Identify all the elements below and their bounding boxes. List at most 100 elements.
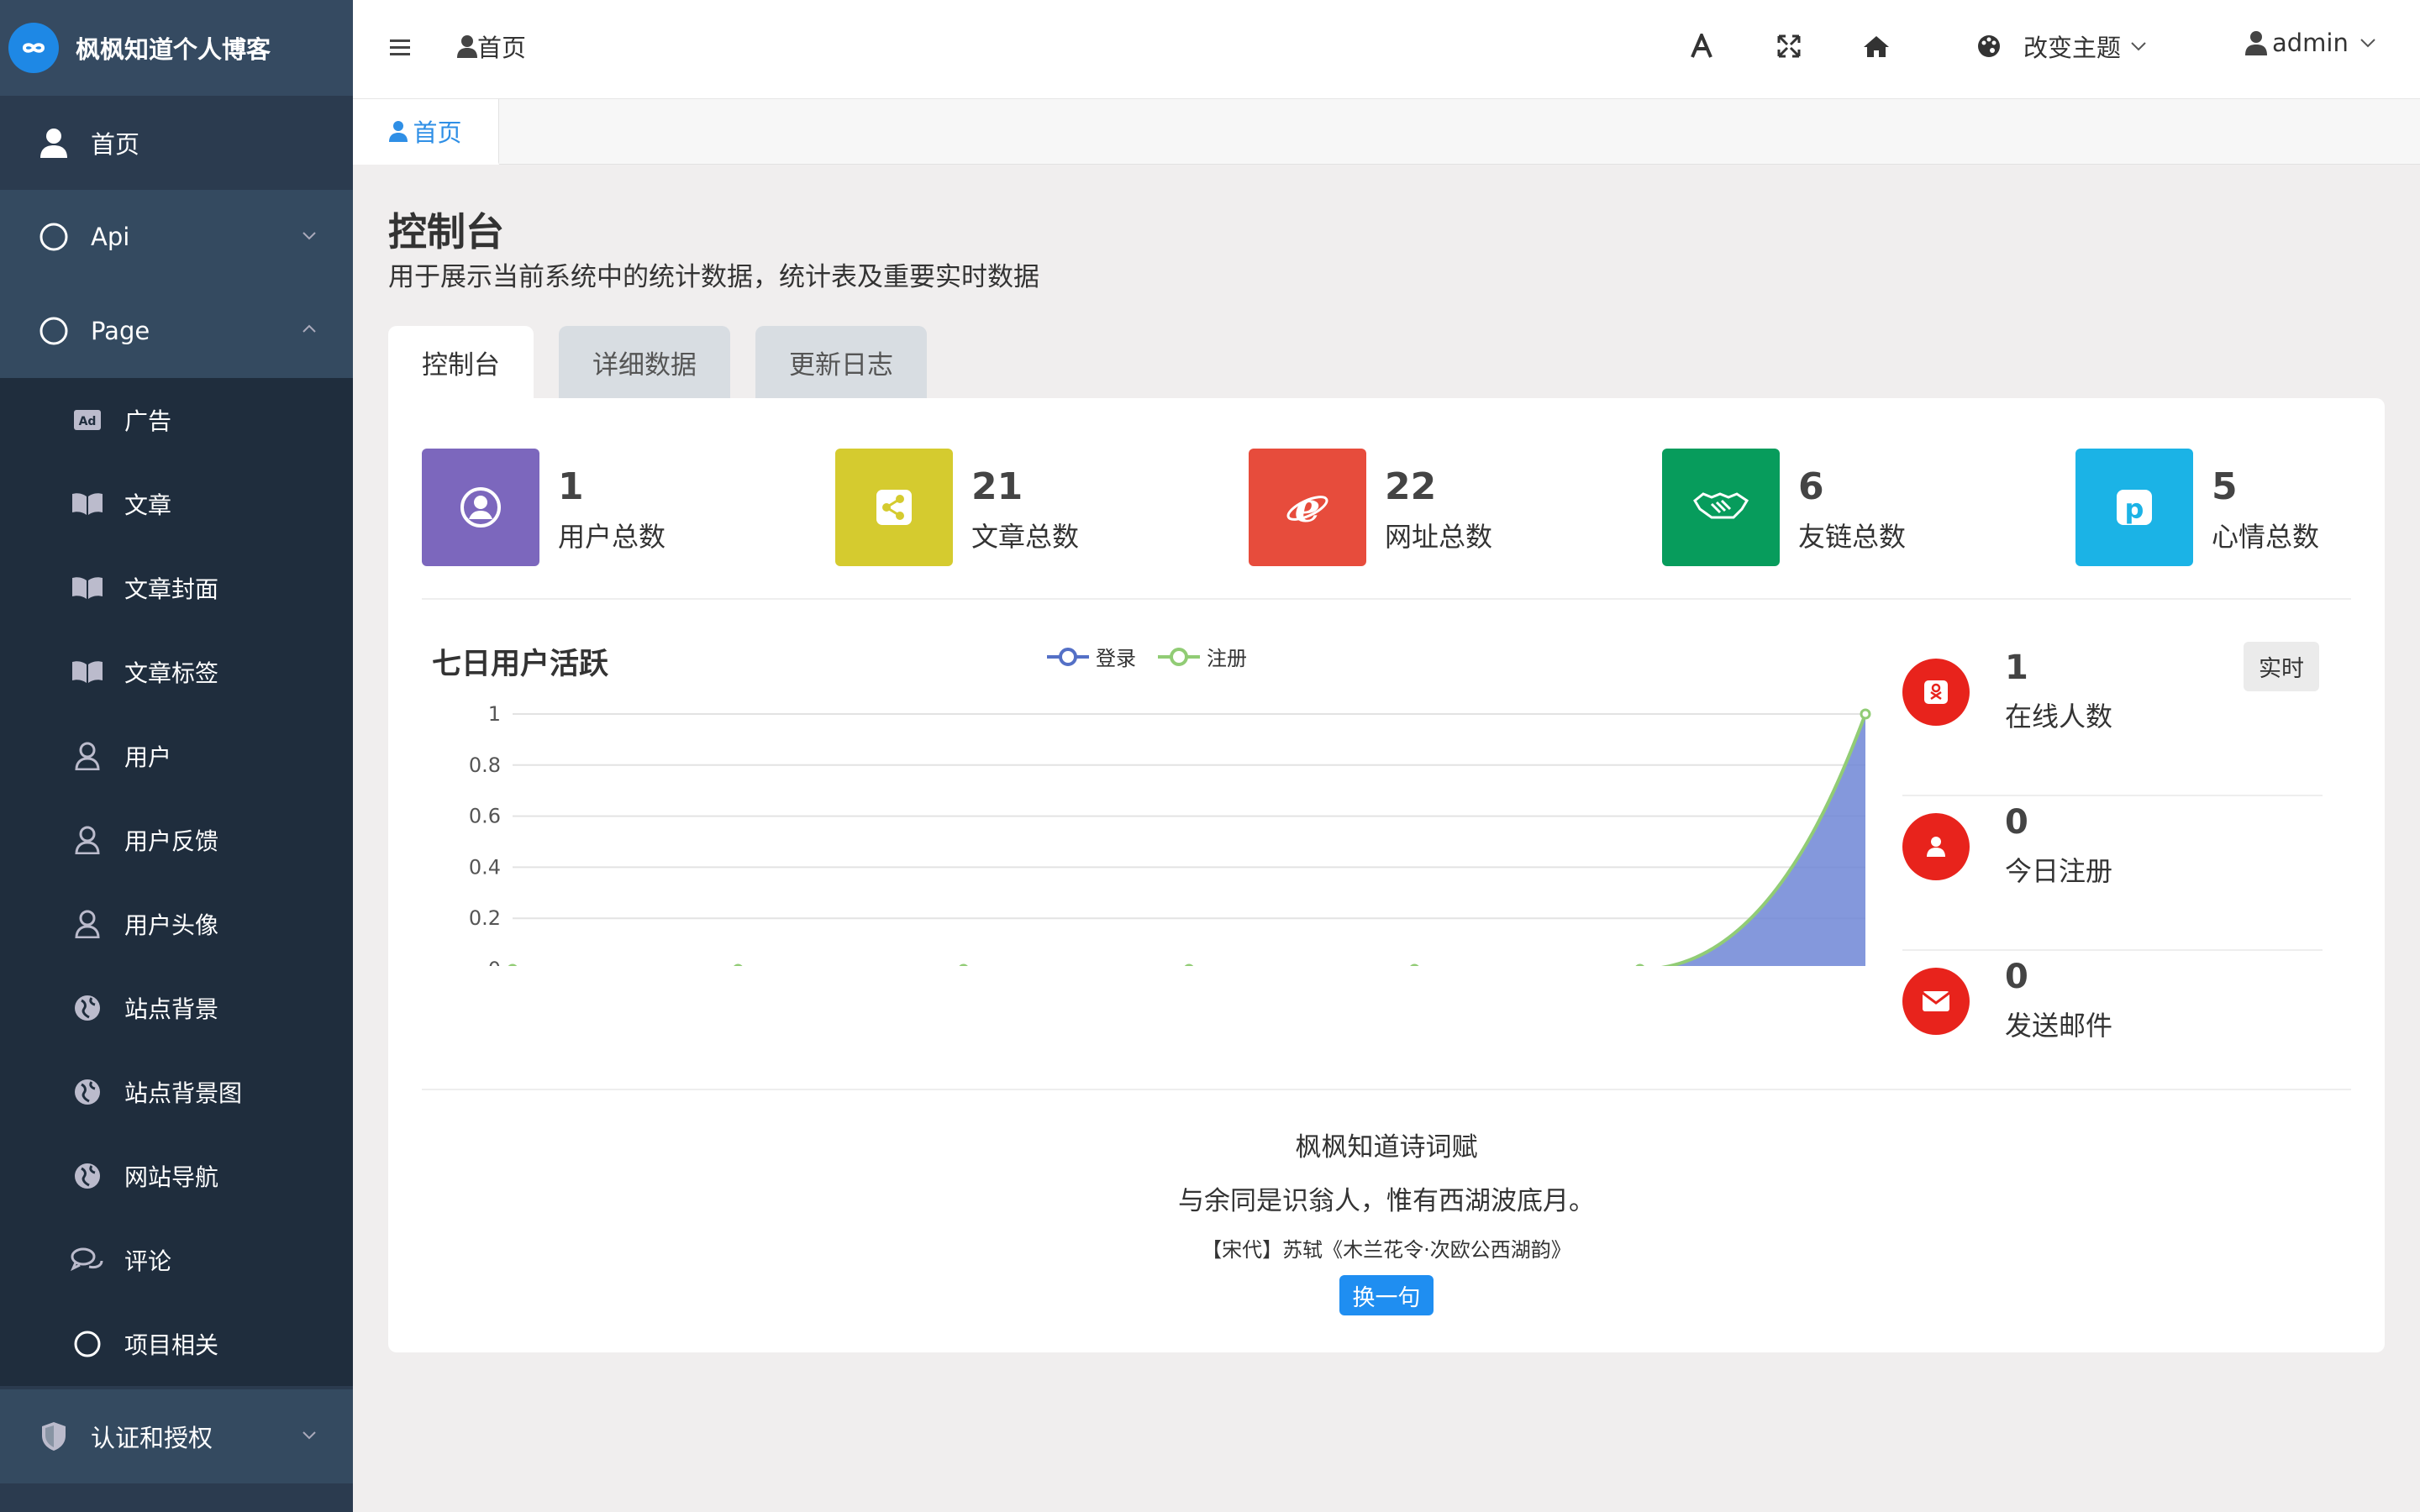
top-header: 首页 改变主题 admin — [353, 0, 2420, 99]
data-point — [734, 963, 743, 966]
next-poem-button[interactable]: 换一句 — [1339, 1275, 1434, 1315]
share-icon — [835, 449, 953, 566]
series-area-login — [1669, 714, 1865, 966]
sidebar-item-label: 首页 — [91, 130, 140, 159]
poem-source: 【宋代】苏轼《木兰花令·次欧公西湖韵》 — [1202, 1238, 1571, 1262]
sidebar-group-api[interactable]: Api — [0, 190, 353, 284]
stat-label: 用户总数 — [558, 521, 666, 553]
user-menu[interactable]: admin — [2245, 29, 2377, 57]
sidebar-item-articles[interactable]: 文章 — [0, 462, 353, 546]
realtime-label: 今日注册 — [2005, 855, 2113, 887]
mail-icon — [1902, 968, 1970, 1035]
legend-item-login[interactable]: 登录 — [1045, 642, 1136, 671]
fullscreen-icon[interactable] — [1775, 32, 1803, 60]
chevron-down-icon — [2360, 39, 2375, 48]
sidebar-item-article-tags[interactable]: 文章标签 — [0, 630, 353, 714]
sidebar-item-label: 文章 — [124, 491, 172, 519]
sidebar-item-label: 评论 — [124, 1247, 172, 1275]
sidebar-item-users[interactable]: 用户 — [0, 714, 353, 798]
sidebar-item-site-nav[interactable]: 网站导航 — [0, 1134, 353, 1218]
y-tick-label: 0.6 — [469, 805, 501, 828]
font-size-icon[interactable] — [1687, 32, 1716, 60]
y-tick-label: 0.2 — [469, 906, 501, 930]
poem-title: 枫枫知道诗词赋 — [1295, 1132, 1478, 1163]
sidebar-item-site-background-images[interactable]: 站点背景图 — [0, 1050, 353, 1134]
stat-label: 友链总数 — [1798, 521, 1907, 553]
user-icon — [71, 907, 104, 941]
sidebar-item-user-feedback[interactable]: 用户反馈 — [0, 798, 353, 882]
realtime-item-online: 1 在线人数 实时 — [1902, 642, 2323, 796]
legend-line-icon — [1158, 647, 1200, 666]
ad-icon: Ad — [71, 403, 104, 437]
realtime-value: 1 — [2005, 648, 2028, 687]
data-point — [959, 963, 968, 966]
data-point — [508, 963, 518, 966]
chart-legend: 登录 注册 — [1045, 642, 1267, 671]
realtime-badge: 实时 — [2244, 642, 2319, 691]
shield-icon — [37, 1420, 71, 1453]
globe-icon — [71, 1075, 104, 1109]
stat-value: 1 — [558, 465, 584, 508]
tab-details[interactable]: 详细数据 — [559, 326, 730, 398]
stat-value: 21 — [971, 465, 1023, 508]
sidebar-item-article-covers[interactable]: 文章封面 — [0, 546, 353, 630]
book-icon — [71, 487, 104, 521]
legend-item-register[interactable]: 注册 — [1156, 642, 1247, 671]
user-icon — [71, 739, 104, 773]
chevron-down-icon — [2131, 42, 2146, 51]
globe-icon — [71, 991, 104, 1025]
y-tick-label: 1 — [488, 702, 501, 726]
sidebar-item-user-avatars[interactable]: 用户头像 — [0, 882, 353, 966]
breadcrumb[interactable]: 首页 — [457, 29, 526, 64]
tab-home-label: 首页 — [413, 118, 462, 147]
sidebar-item-site-background[interactable]: 站点背景 — [0, 966, 353, 1050]
sidebar-item-home[interactable]: 首页 — [0, 96, 353, 190]
tab-dashboard[interactable]: 控制台 — [388, 326, 534, 398]
data-point — [1410, 963, 1419, 966]
book-icon — [71, 571, 104, 605]
stat-value: 5 — [2212, 465, 2238, 508]
sidebar-group-page[interactable]: Page — [0, 284, 353, 378]
user-icon — [1902, 813, 1970, 880]
sidebar-item-label: 站点背景 — [124, 995, 219, 1023]
tab-home[interactable]: 首页 — [353, 99, 499, 165]
user-icon — [71, 823, 104, 857]
series-line-login — [1662, 713, 1867, 966]
infinity-logo-icon — [8, 23, 59, 73]
sidebar-item-comments[interactable]: 评论 — [0, 1218, 353, 1302]
stat-label: 文章总数 — [971, 521, 1080, 553]
logo-text: 枫枫知道个人博客 — [76, 35, 271, 64]
stat-value: 22 — [1385, 465, 1437, 508]
theme-switcher[interactable]: 改变主题 — [1976, 29, 2148, 64]
breadcrumb-label: 首页 — [477, 34, 527, 62]
stats-row: 1 用户总数 21 文章总数 e 22 网址总数 6 友链总数 p 5 心情总数 — [422, 449, 2351, 566]
sidebar-item-label: 广告 — [124, 407, 172, 435]
user-icon — [389, 120, 408, 142]
tab-changelog[interactable]: 更新日志 — [755, 326, 927, 398]
circle-icon — [71, 1327, 104, 1361]
home-icon[interactable] — [1862, 32, 1891, 60]
stat-value: 6 — [1798, 465, 1824, 508]
sidebar-item-ads[interactable]: Ad 广告 — [0, 378, 353, 462]
book-icon — [71, 655, 104, 689]
menu-toggle-icon[interactable] — [388, 35, 413, 60]
handshake-icon — [1662, 449, 1780, 566]
data-point — [1635, 963, 1644, 966]
sidebar-logo[interactable]: 枫枫知道个人博客 — [0, 0, 353, 96]
sidebar-item-label: 文章封面 — [124, 575, 219, 603]
divider — [422, 1089, 2351, 1090]
sidebar-item-projects[interactable]: 项目相关 — [0, 1302, 353, 1386]
y-tick-label: 0 — [488, 958, 501, 966]
sidebar-item-label: 网站导航 — [124, 1163, 219, 1191]
sidebar-group-auth[interactable]: 认证和授权 — [0, 1389, 353, 1483]
sidebar-group-label: 认证和授权 — [91, 1424, 213, 1452]
data-point — [1860, 708, 1871, 720]
sidebar-item-label: 站点背景图 — [124, 1079, 243, 1107]
legend-label: 登录 — [1096, 647, 1136, 670]
sidebar-item-label: 用户反馈 — [124, 827, 219, 855]
circle-icon — [37, 314, 71, 348]
realtime-label: 发送邮件 — [2005, 1010, 2113, 1042]
legend-line-icon — [1047, 647, 1089, 666]
realtime-item-mail: 0 发送邮件 — [1902, 951, 2323, 1105]
ie-icon: e — [1249, 449, 1366, 566]
